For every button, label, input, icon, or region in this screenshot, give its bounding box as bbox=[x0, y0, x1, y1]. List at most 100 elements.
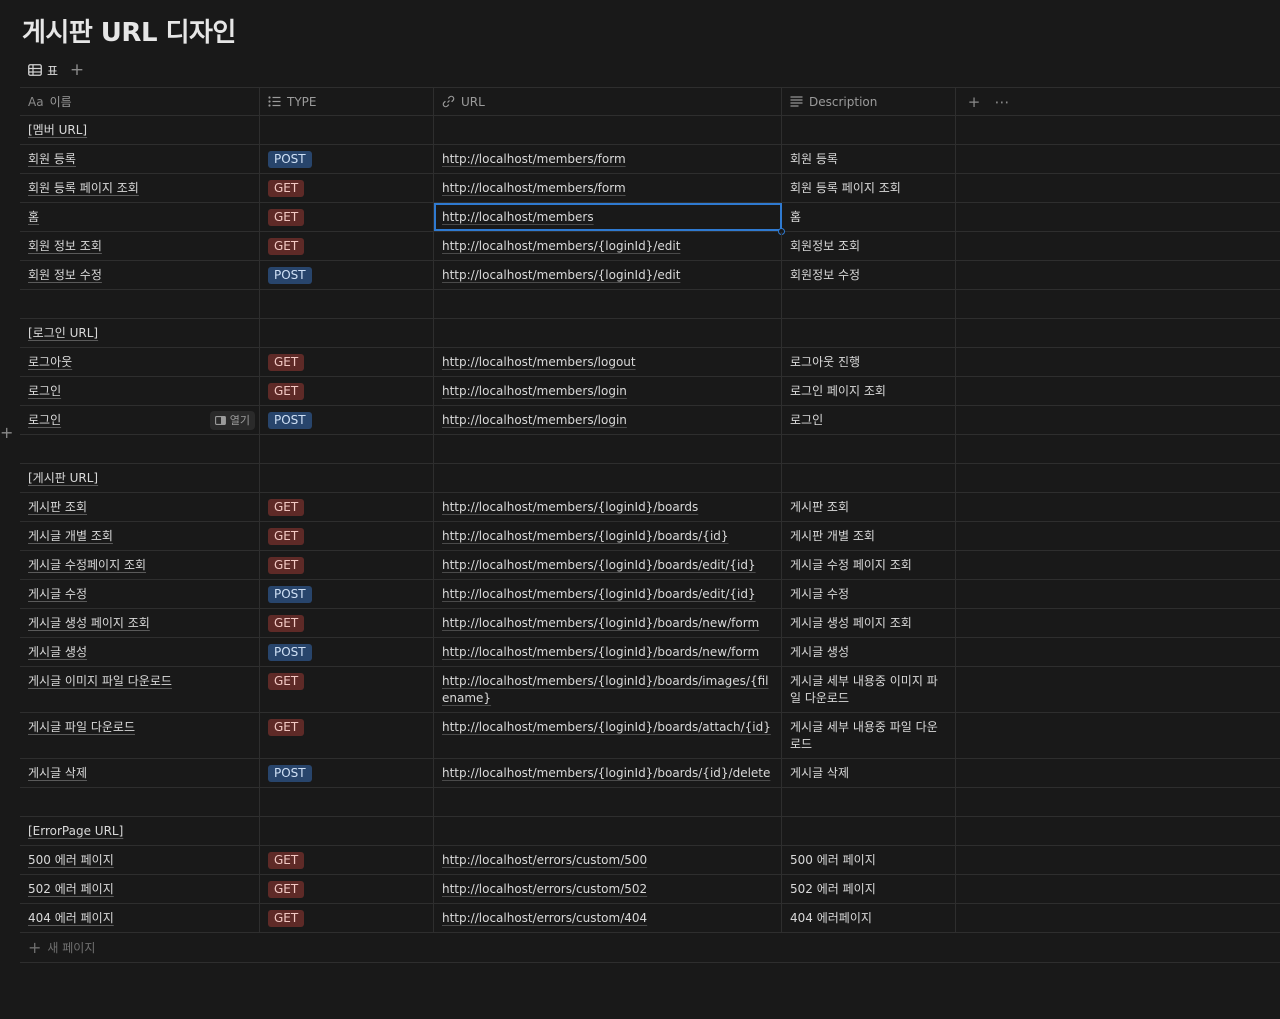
cell-name[interactable]: 회원 등록 페이지 조회 bbox=[20, 174, 260, 202]
cell-url[interactable]: http://localhost/members/{loginId}/board… bbox=[434, 522, 782, 550]
cell-url[interactable]: http://localhost/errors/custom/500 bbox=[434, 846, 782, 874]
cell-url[interactable]: http://localhost/members/{loginId}/board… bbox=[434, 580, 782, 608]
column-header-type[interactable]: TYPE bbox=[260, 88, 434, 115]
cell-description[interactable] bbox=[782, 116, 956, 144]
table-row[interactable]: 로그인 열기 POST http://localhost/members/login 로… bbox=[20, 406, 1280, 435]
cell-description[interactable]: 게시글 삭제 bbox=[782, 759, 956, 787]
cell-type[interactable] bbox=[260, 464, 434, 492]
cell-type[interactable]: POST bbox=[260, 638, 434, 666]
cell-url[interactable]: http://localhost/members/{loginId}/board… bbox=[434, 667, 782, 712]
cell-description[interactable] bbox=[782, 319, 956, 347]
url-link[interactable]: http://localhost/members/{loginId}/board… bbox=[442, 558, 756, 572]
plus-icon[interactable]: + bbox=[960, 93, 988, 111]
cell-type[interactable] bbox=[260, 435, 434, 463]
add-view-button[interactable]: + bbox=[66, 59, 88, 81]
cell-name[interactable]: 500 에러 페이지 bbox=[20, 846, 260, 874]
cell-url[interactable]: http://localhost/members/{loginId}/board… bbox=[434, 551, 782, 579]
cell-type[interactable]: POST bbox=[260, 145, 434, 173]
cell-name[interactable]: 로그아웃 bbox=[20, 348, 260, 376]
cell-url[interactable]: http://localhost/members/{loginId}/board… bbox=[434, 638, 782, 666]
url-link[interactable]: http://localhost/members/logout bbox=[442, 355, 636, 369]
cell-name[interactable]: 게시글 수정페이지 조회 bbox=[20, 551, 260, 579]
cell-type[interactable]: POST bbox=[260, 759, 434, 787]
cell-name[interactable]: [ErrorPage URL] bbox=[20, 817, 260, 845]
cell-name[interactable]: 502 에러 페이지 bbox=[20, 875, 260, 903]
table-row[interactable]: 404 에러 페이지 GET http://localhost/errors/cus… bbox=[20, 904, 1280, 933]
url-link[interactable]: http://localhost/members/{loginId}/board… bbox=[442, 587, 756, 601]
url-link[interactable]: http://localhost/errors/custom/404 bbox=[442, 911, 647, 925]
cell-name[interactable]: 게시글 생성 bbox=[20, 638, 260, 666]
cell-description[interactable] bbox=[782, 435, 956, 463]
cell-name[interactable] bbox=[20, 435, 260, 463]
url-link[interactable]: http://localhost/members/{loginId}/board… bbox=[442, 529, 729, 543]
cell-url[interactable]: http://localhost/members/login bbox=[434, 406, 782, 434]
cell-type[interactable] bbox=[260, 290, 434, 318]
url-link[interactable]: http://localhost/members/{loginId}/edit bbox=[442, 268, 680, 282]
cell-type[interactable]: POST bbox=[260, 261, 434, 289]
cell-url[interactable] bbox=[434, 464, 782, 492]
cell-type[interactable]: GET bbox=[260, 522, 434, 550]
cell-url[interactable]: http://localhost/members/{loginId}/board… bbox=[434, 493, 782, 521]
column-header-url[interactable]: URL bbox=[434, 88, 782, 115]
table-row[interactable]: 로그아웃 GET http://localhost/members/logout 로그… bbox=[20, 348, 1280, 377]
cell-name[interactable]: [멤버 URL] bbox=[20, 116, 260, 144]
table-row[interactable]: 게시글 수정 POST http://localhost/members/{logi… bbox=[20, 580, 1280, 609]
table-row[interactable]: [멤버 URL] bbox=[20, 116, 1280, 145]
cell-type[interactable]: GET bbox=[260, 875, 434, 903]
cell-type[interactable]: POST bbox=[260, 580, 434, 608]
cell-description[interactable]: 로그인 페이지 조회 bbox=[782, 377, 956, 405]
cell-name[interactable]: 게시글 수정 bbox=[20, 580, 260, 608]
cell-url[interactable]: http://localhost/members/{loginId}/board… bbox=[434, 759, 782, 787]
cell-description[interactable]: 게시글 생성 페이지 조회 bbox=[782, 609, 956, 637]
url-link[interactable]: http://localhost/members/{loginId}/board… bbox=[442, 766, 770, 780]
cell-description[interactable] bbox=[782, 464, 956, 492]
cell-name[interactable] bbox=[20, 788, 260, 816]
cell-url[interactable]: http://localhost/members bbox=[434, 203, 785, 235]
cell-description[interactable]: 404 에러페이지 bbox=[782, 904, 956, 932]
table-row[interactable]: [로그인 URL] bbox=[20, 319, 1280, 348]
cell-name[interactable]: 로그인 bbox=[20, 377, 260, 405]
cell-name[interactable]: 로그인 열기 bbox=[20, 406, 260, 434]
url-link[interactable]: http://localhost/errors/custom/502 bbox=[442, 882, 647, 896]
cell-url[interactable]: http://localhost/members/{loginId}/edit bbox=[434, 261, 782, 289]
cell-type[interactable]: GET bbox=[260, 493, 434, 521]
cell-type[interactable]: GET bbox=[260, 904, 434, 932]
cell-url[interactable] bbox=[434, 435, 782, 463]
cell-description[interactable]: 500 에러 페이지 bbox=[782, 846, 956, 874]
cell-name[interactable]: 게시글 생성 페이지 조회 bbox=[20, 609, 260, 637]
url-link[interactable]: http://localhost/members/{loginId}/board… bbox=[442, 720, 771, 734]
cell-url[interactable] bbox=[434, 817, 782, 845]
table-row[interactable]: 게시글 파일 다운로드 GET http://localhost/members/{… bbox=[20, 713, 1280, 759]
cell-type[interactable]: GET bbox=[260, 174, 434, 202]
cell-url[interactable]: http://localhost/members/{loginId}/board… bbox=[434, 713, 782, 758]
url-link[interactable]: http://localhost/members/form bbox=[442, 152, 626, 166]
cell-name[interactable]: 게시글 파일 다운로드 bbox=[20, 713, 260, 758]
cell-url[interactable]: http://localhost/errors/custom/502 bbox=[434, 875, 782, 903]
cell-name[interactable]: 게시글 개별 조회 bbox=[20, 522, 260, 550]
cell-type[interactable]: GET bbox=[260, 232, 434, 260]
tab-table-view[interactable]: 표 bbox=[20, 58, 66, 82]
table-row[interactable]: [게시판 URL] bbox=[20, 464, 1280, 493]
cell-description[interactable]: 회원정보 조회 bbox=[782, 232, 956, 260]
cell-description[interactable]: 홈 bbox=[782, 203, 956, 231]
cell-type[interactable] bbox=[260, 788, 434, 816]
table-row[interactable] bbox=[20, 788, 1280, 817]
cell-name[interactable]: 회원 정보 조회 bbox=[20, 232, 260, 260]
cell-description[interactable] bbox=[782, 788, 956, 816]
cell-url[interactable]: http://localhost/errors/custom/404 bbox=[434, 904, 782, 932]
cell-description[interactable]: 게시글 세부 내용중 이미지 파일 다운로드 bbox=[782, 667, 956, 712]
cell-type[interactable] bbox=[260, 817, 434, 845]
cell-type[interactable]: GET bbox=[260, 348, 434, 376]
column-header-name[interactable]: Aa 이름 bbox=[20, 88, 260, 115]
url-link[interactable]: http://localhost/members/{loginId}/edit bbox=[442, 239, 680, 253]
table-row[interactable]: 502 에러 페이지 GET http://localhost/errors/cus… bbox=[20, 875, 1280, 904]
cell-url[interactable] bbox=[434, 319, 782, 347]
cell-url[interactable]: http://localhost/members/logout bbox=[434, 348, 782, 376]
cell-name[interactable] bbox=[20, 290, 260, 318]
table-row[interactable]: 게시글 생성 POST http://localhost/members/{logi… bbox=[20, 638, 1280, 667]
cell-type[interactable]: GET bbox=[260, 551, 434, 579]
url-link[interactable]: http://localhost/members/login bbox=[442, 384, 627, 398]
table-row[interactable]: 회원 정보 수정 POST http://localhost/members/{lo… bbox=[20, 261, 1280, 290]
cell-url[interactable] bbox=[434, 788, 782, 816]
cell-description[interactable] bbox=[782, 290, 956, 318]
